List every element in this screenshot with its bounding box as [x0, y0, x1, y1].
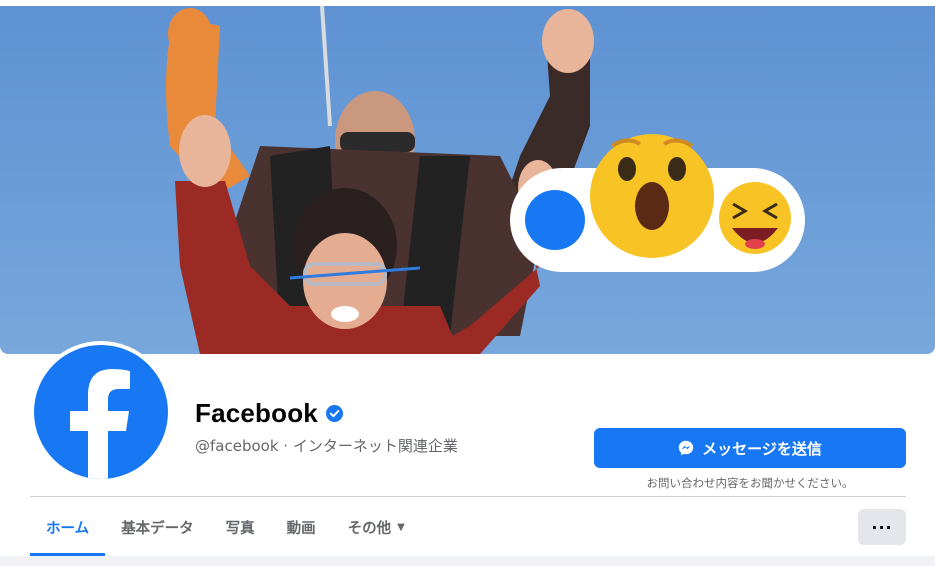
divider [30, 496, 906, 497]
more-options-button[interactable]: ··· [858, 509, 906, 545]
page-root: Facebook @facebook · インターネット関連企業 メッセージを送… [0, 0, 935, 566]
tab-videos[interactable]: 動画 [271, 498, 332, 556]
page-title-row: Facebook [195, 398, 343, 429]
page-name: Facebook [195, 398, 318, 428]
tab-videos-label: 動画 [286, 520, 316, 537]
ellipsis-icon: ··· [871, 517, 893, 537]
tab-about-label: 基本データ [121, 520, 194, 537]
tab-photos[interactable]: 写真 [210, 498, 271, 556]
page-background-strip [0, 556, 935, 566]
message-hint: お問い合わせ内容をお聞かせください。 [646, 476, 854, 490]
messenger-icon [678, 440, 694, 456]
tab-more-label: その他 [347, 520, 392, 537]
tab-home[interactable]: ホーム [30, 498, 106, 556]
send-message-button[interactable]: メッセージを送信 [594, 428, 906, 468]
send-message-label: メッセージを送信 [702, 439, 822, 458]
caret-down-icon: ▼ [397, 521, 405, 533]
page-handle-category: @facebook · インターネット関連企業 [195, 437, 458, 455]
tab-photos-label: 写真 [225, 520, 255, 537]
profile-avatar[interactable] [30, 341, 172, 483]
cover-illustration [166, 6, 805, 354]
page-tabs: ホーム 基本データ 写真 動画 その他 ▼ [30, 498, 421, 556]
verified-badge-icon [325, 405, 343, 422]
tab-about[interactable]: 基本データ [105, 498, 210, 556]
tab-more[interactable]: その他 ▼ [332, 498, 421, 556]
facebook-logo-icon [34, 345, 168, 479]
tab-home-label: ホーム [46, 520, 90, 537]
cover-photo[interactable] [0, 6, 935, 354]
